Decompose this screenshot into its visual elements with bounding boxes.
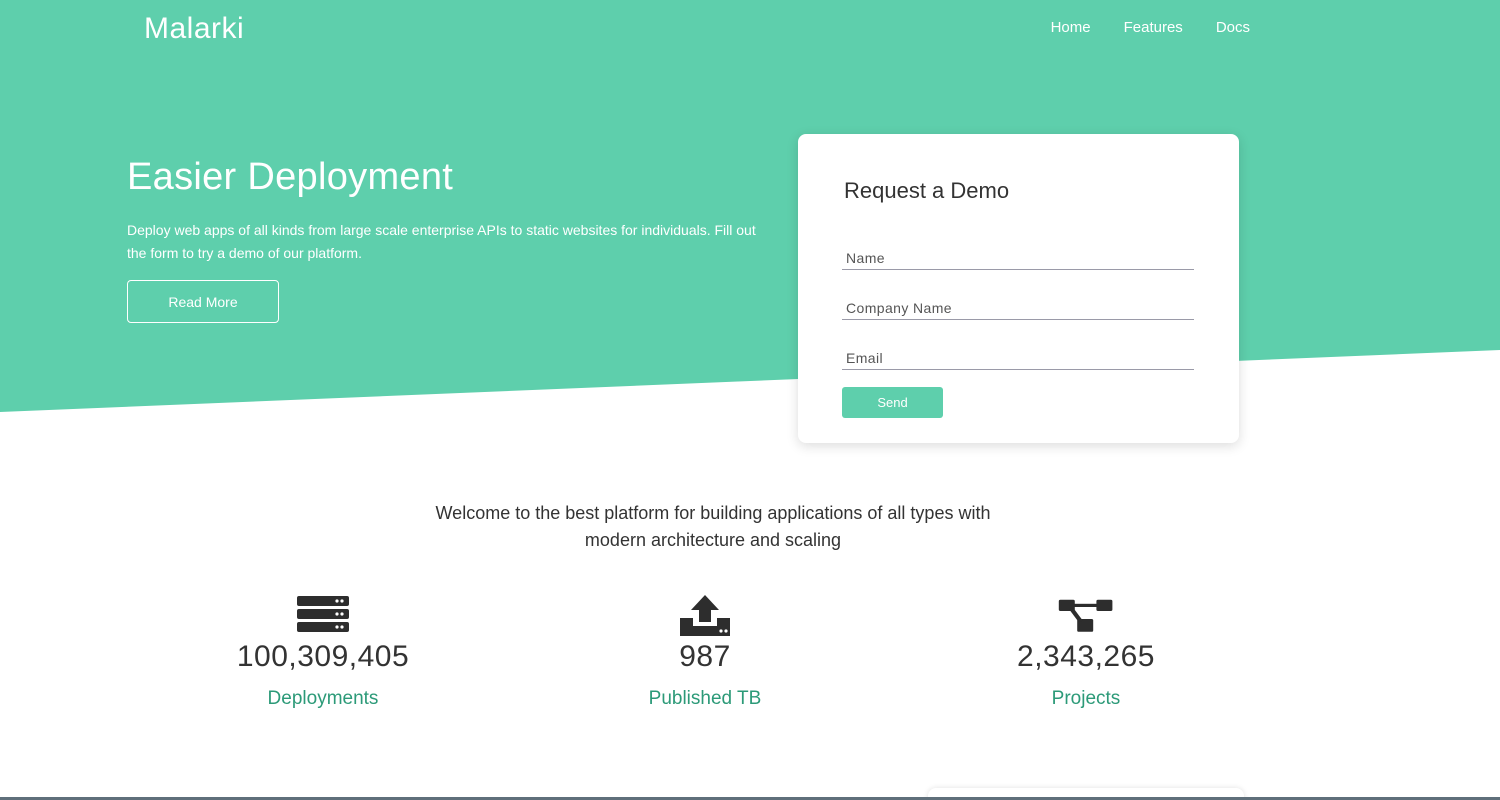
stat-published-tb: 987 Published TB [555,592,855,710]
stat-label: Published TB [648,688,762,709]
stat-label: Projects [1051,688,1121,709]
stat-label: Deployments [267,688,379,709]
stat-value: 100,309,405 [236,640,410,673]
nav-home-link[interactable]: Home [1051,19,1091,36]
name-input[interactable] [842,246,1194,270]
company-name-input[interactable] [842,296,1194,320]
request-demo-title: Request a Demo [844,178,1010,203]
nav-features-link[interactable]: Features [1124,19,1183,36]
welcome-text: Welcome to the best platform for buildin… [435,503,991,550]
stat-value: 987 [679,640,731,673]
send-button[interactable]: Send [842,387,943,418]
stat-deployments: 100,309,405 Deployments [173,592,473,710]
stat-value: 2,343,265 [1017,640,1155,673]
server-icon [297,596,349,632]
upload-icon [680,595,730,636]
hero-description: Deploy web apps of all kinds from large … [127,222,756,261]
brand-logo[interactable]: Malarki [144,12,244,46]
stat-projects: 2,343,265 Projects [936,592,1236,710]
page: Malarki Home Features Docs Easier Deploy… [0,0,1500,800]
hero-title: Easier Deployment [127,156,454,198]
nav-docs-link[interactable]: Docs [1216,19,1250,36]
read-more-button[interactable]: Read More [127,280,279,323]
email-input[interactable] [842,346,1194,370]
request-demo-card: Request a Demo Send [798,134,1239,443]
top-nav: Home Features Docs [1018,19,1250,36]
sitemap-icon [1058,599,1113,632]
